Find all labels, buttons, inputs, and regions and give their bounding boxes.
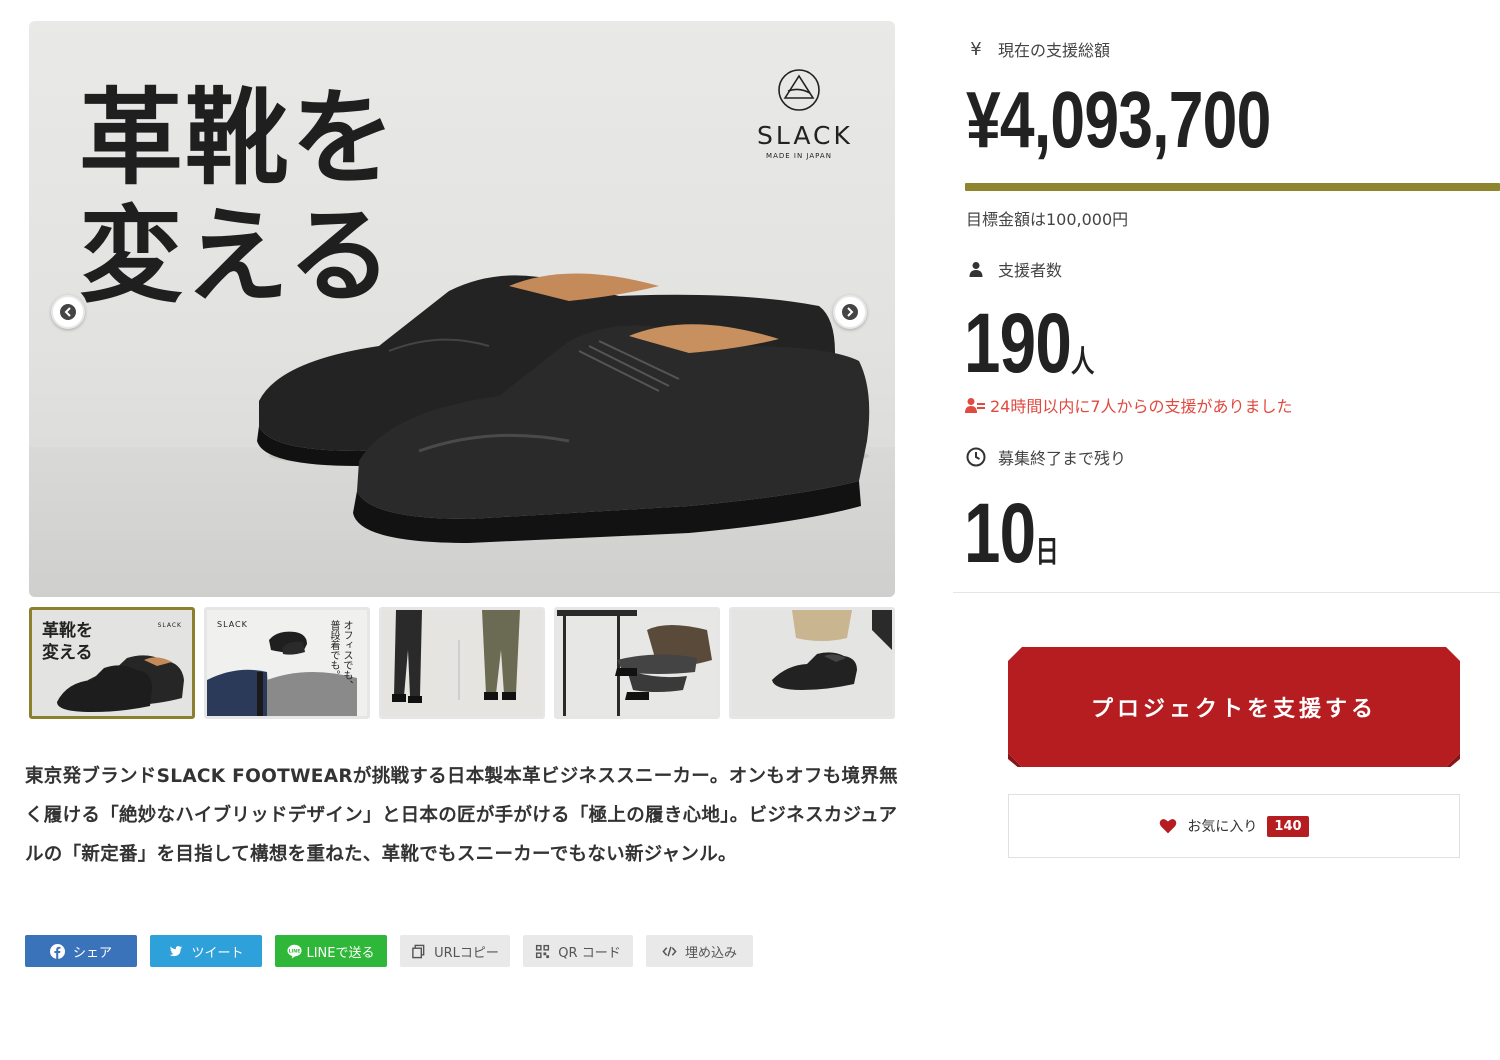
- thumbnail-4-image: [557, 610, 717, 716]
- thumbnail-1[interactable]: 革靴を 変える SLACK: [29, 607, 195, 719]
- facebook-icon: [49, 943, 65, 959]
- backers-count: 190: [964, 296, 1072, 390]
- thumbnail-2-text: オフィスでも、 普段着でも。: [328, 620, 352, 690]
- project-description: 東京発ブランドSLACK FOOTWEARが挑戦する日本製本革ビジネススニーカー…: [25, 766, 898, 865]
- favorite-button[interactable]: お気に入り 140: [1008, 794, 1460, 858]
- thumbnail-5[interactable]: [729, 607, 895, 719]
- remaining-days-row: 10日: [964, 485, 1059, 601]
- clock-icon: [966, 447, 986, 467]
- twitter-share-button[interactable]: ツイート: [150, 935, 262, 967]
- recent-backers-notice: 24時間以内に7人からの支援がありました: [965, 393, 1293, 417]
- url-copy-button[interactable]: URLコピー: [400, 935, 510, 967]
- backers-label-row: 支援者数: [966, 257, 1062, 281]
- code-icon: [662, 946, 677, 956]
- remaining-days: 10: [964, 486, 1036, 580]
- carousel-prev-button[interactable]: [51, 295, 85, 329]
- qr-code-button[interactable]: QR コード: [523, 935, 633, 967]
- twitter-share-label: ツイート: [191, 945, 244, 961]
- remaining-label: 募集終了まで残り: [998, 449, 1127, 468]
- main-product-image: 革靴を 変える SLACK MADE IN JAPAN: [29, 21, 895, 597]
- embed-button[interactable]: 埋め込み: [646, 935, 753, 967]
- line-share-button[interactable]: LINE LINEで送る: [275, 935, 387, 967]
- thumbnail-1-text: 革靴を 変える: [42, 621, 93, 663]
- favorite-label: お気に入り: [1187, 819, 1258, 835]
- qr-code-icon: [536, 944, 550, 958]
- total-funding-label: 現在の支援総額: [998, 41, 1111, 60]
- qr-code-label: QR コード: [558, 945, 621, 961]
- share-buttons: シェア ツイート LINE LINEで送る URLコピー QR コード 埋め込み: [25, 935, 753, 967]
- url-copy-label: URLコピー: [434, 945, 499, 961]
- stats-divider: [953, 592, 1500, 593]
- brand-logo-sub: MADE IN JAPAN: [766, 152, 832, 160]
- recent-backers-text: 24時間以内に7人からの支援がありました: [990, 397, 1293, 416]
- total-funding-label-row: ¥ 現在の支援総額: [966, 37, 1110, 61]
- backers-unit: 人: [1070, 345, 1095, 380]
- chevron-right-icon: [842, 304, 858, 320]
- goal-amount: 目標金額は100,000円: [966, 210, 1129, 229]
- person-icon: [969, 262, 983, 277]
- remaining-label-row: 募集終了まで残り: [966, 445, 1126, 469]
- thumbnail-1-logo: SLACK: [157, 622, 182, 629]
- support-project-button[interactable]: プロジェクトを支援する: [1008, 647, 1460, 767]
- chevron-left-icon: [60, 304, 76, 320]
- backers-label: 支援者数: [998, 261, 1063, 280]
- svg-text:LINE: LINE: [289, 948, 301, 954]
- shoes-image: [257, 273, 870, 543]
- thumbnail-5-image: [732, 610, 892, 716]
- line-icon: LINE: [287, 944, 303, 959]
- facebook-share-label: シェア: [72, 945, 112, 961]
- heart-icon: [1160, 819, 1177, 834]
- brand-logo: SLACK MADE IN JAPAN: [757, 67, 853, 160]
- thumbnail-strip: 革靴を 変える SLACK SLACK オフィスでも、 普段着でも。: [29, 607, 895, 719]
- thumbnail-3-image: [382, 610, 542, 716]
- carousel-next-button[interactable]: [833, 295, 867, 329]
- thumbnail-2-logo: SLACK: [217, 620, 248, 629]
- thumbnail-2[interactable]: SLACK オフィスでも、 普段着でも。: [204, 607, 370, 719]
- thumbnail-4[interactable]: [554, 607, 720, 719]
- twitter-icon: [169, 945, 183, 956]
- total-funding-amount: ¥4,093,700: [966, 75, 1271, 164]
- favorite-count-badge: 140: [1267, 815, 1309, 837]
- remaining-unit: 日: [1035, 535, 1059, 570]
- copy-icon: [412, 944, 425, 958]
- funding-progress-bar: [965, 183, 1500, 191]
- support-button-label: プロジェクトを支援する: [1090, 697, 1377, 722]
- yen-icon: ¥: [970, 38, 982, 60]
- facebook-share-button[interactable]: シェア: [25, 935, 137, 967]
- line-share-label: LINEで送る: [306, 945, 375, 961]
- people-icon: [965, 398, 985, 413]
- brand-logo-mark: [778, 69, 820, 111]
- thumbnail-3[interactable]: [379, 607, 545, 719]
- embed-label: 埋め込み: [684, 945, 737, 961]
- brand-logo-name: SLACK: [757, 121, 853, 150]
